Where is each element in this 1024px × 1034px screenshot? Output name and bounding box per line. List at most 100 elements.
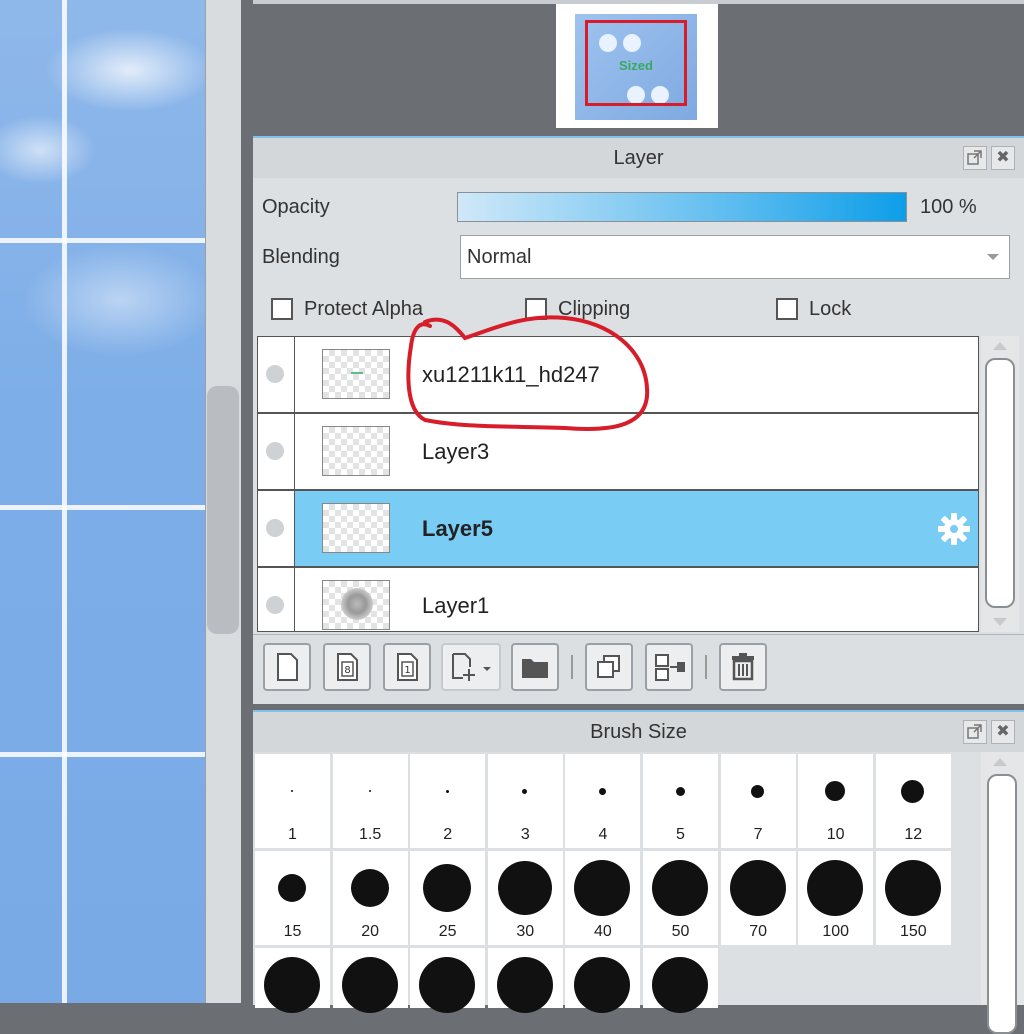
brush-dot-icon xyxy=(598,787,606,795)
navigator-panel: Sized xyxy=(253,0,1024,140)
brush-size-cell[interactable]: 100 xyxy=(798,851,874,945)
popout-icon[interactable] xyxy=(963,146,987,170)
brush-size-cell[interactable] xyxy=(255,948,330,1013)
opacity-slider[interactable] xyxy=(457,192,907,222)
brush-size-cell[interactable]: 1.5 xyxy=(332,754,408,848)
brush-size-cell[interactable]: 20 xyxy=(332,851,408,945)
brush-size-cell[interactable] xyxy=(487,948,563,1013)
brush-size-cell[interactable] xyxy=(643,948,718,1013)
brush-dot-icon xyxy=(807,860,864,916)
new-1bit-layer-icon: 1 xyxy=(397,653,418,681)
brush-size-cell[interactable]: 4 xyxy=(565,754,641,848)
brush-size-cell[interactable] xyxy=(332,948,408,1013)
brush-size-cell[interactable]: 2 xyxy=(410,754,486,848)
brush-size-cell[interactable]: 12 xyxy=(875,754,951,848)
layer-name: Layer1 xyxy=(422,593,490,618)
merge-down-icon xyxy=(655,654,685,681)
brush-dot-icon xyxy=(652,957,708,1013)
navigator-viewport-rect[interactable] xyxy=(585,20,687,106)
brush-size-cell[interactable]: 5 xyxy=(643,754,718,848)
layer-row[interactable]: xu1211k11_hd247 xyxy=(258,337,978,414)
brush-dot-icon xyxy=(574,957,631,1013)
brush-size-scrollbar[interactable] xyxy=(981,752,1024,1034)
close-icon[interactable]: ✖ xyxy=(991,720,1015,744)
brush-size-label: 1.5 xyxy=(358,826,382,843)
add-layer-dropdown-button[interactable] xyxy=(441,643,501,691)
delete-layer-button[interactable] xyxy=(719,643,767,691)
brush-size-cell[interactable]: 40 xyxy=(565,851,641,945)
brush-size-cell[interactable]: 50 xyxy=(643,851,718,945)
brush-dot-icon xyxy=(884,860,941,916)
new-folder-button[interactable] xyxy=(511,643,559,691)
brush-dot-icon xyxy=(574,860,631,916)
layer-row[interactable]: Layer3 xyxy=(258,414,978,491)
brush-size-cell[interactable]: 7 xyxy=(720,754,796,848)
layer-name: Layer3 xyxy=(422,439,490,464)
brush-size-label: 40 xyxy=(593,923,612,940)
brush-size-cell[interactable]: 10 xyxy=(798,754,874,848)
merge-down-button[interactable] xyxy=(645,643,693,691)
brush-size-label: 25 xyxy=(438,923,457,940)
duplicate-layer-button[interactable] xyxy=(585,643,633,691)
brush-size-cell[interactable]: 25 xyxy=(410,851,486,945)
new-layer-icon xyxy=(277,653,298,681)
blending-value: Normal xyxy=(467,246,532,268)
new-layer-button[interactable] xyxy=(263,643,311,691)
layer-toolbar: 8 1 xyxy=(253,634,1024,703)
canvas-scroll-thumb[interactable] xyxy=(207,386,239,634)
close-icon[interactable]: ✖ xyxy=(991,146,1015,170)
brush-size-cell[interactable]: 1 xyxy=(255,754,330,848)
scroll-up-icon[interactable] xyxy=(993,758,1007,766)
brush-dot-icon xyxy=(497,861,552,915)
brush-dot-icon xyxy=(675,786,685,796)
visibility-dot-icon xyxy=(266,519,284,537)
blending-select[interactable]: Normal xyxy=(460,235,1010,279)
brush-size-label: 50 xyxy=(671,923,690,940)
brush-dot-icon xyxy=(496,957,553,1013)
layer-row[interactable]: Layer1 xyxy=(258,568,978,631)
chevron-down-icon xyxy=(987,254,999,260)
new-folder-icon xyxy=(522,659,548,678)
brush-size-cell[interactable] xyxy=(565,948,641,1013)
visibility-toggle[interactable] xyxy=(258,414,295,489)
layer-list-scroll-thumb[interactable] xyxy=(985,358,1015,608)
brush-dot-icon xyxy=(729,860,786,916)
layer-thumbnail xyxy=(322,349,390,399)
gear-icon[interactable] xyxy=(936,511,972,547)
brush-size-label: 7 xyxy=(753,826,763,843)
brush-size-scroll-thumb[interactable] xyxy=(987,774,1017,1034)
popout-icon[interactable] xyxy=(963,720,987,744)
clipping-checkbox[interactable] xyxy=(525,298,547,320)
new-8bit-layer-button[interactable]: 8 xyxy=(323,643,371,691)
brush-dot-icon xyxy=(350,869,389,907)
brush-dot-icon xyxy=(522,788,528,794)
brush-size-label: 3 xyxy=(520,826,530,843)
brush-size-panel: Brush Size ✖ 1 1.5 2 3 4 5 7 10 12 15 20 25 30 40 50 70… xyxy=(253,710,1024,1034)
layer-row-selected[interactable]: Layer5 xyxy=(258,491,978,568)
brush-size-cell[interactable]: 70 xyxy=(720,851,796,945)
brush-size-cell[interactable]: 150 xyxy=(875,851,951,945)
scroll-down-icon[interactable] xyxy=(993,618,1007,626)
brush-size-cell[interactable]: 30 xyxy=(487,851,563,945)
new-1bit-layer-button[interactable]: 1 xyxy=(383,643,431,691)
grid-line xyxy=(0,505,205,510)
brush-size-cell[interactable]: 3 xyxy=(487,754,563,848)
lock-label: Lock xyxy=(809,298,852,320)
layer-panel-title: Layer xyxy=(253,138,1024,178)
brush-dot-icon xyxy=(825,781,846,801)
visibility-toggle[interactable] xyxy=(258,568,295,631)
brush-size-label: 2 xyxy=(443,826,453,843)
brush-dot-icon xyxy=(278,874,306,902)
lock-checkbox[interactable] xyxy=(776,298,798,320)
visibility-toggle[interactable] xyxy=(258,337,295,412)
brush-size-cell[interactable] xyxy=(410,948,486,1013)
visibility-toggle[interactable] xyxy=(258,491,295,566)
layer-list-scrollbar[interactable] xyxy=(981,336,1019,632)
protect-alpha-label: Protect Alpha xyxy=(304,298,423,320)
navigator-thumbnail[interactable]: Sized xyxy=(556,4,718,128)
brush-size-cell[interactable]: 15 xyxy=(255,851,330,945)
protect-alpha-checkbox[interactable] xyxy=(271,298,293,320)
layer-thumbnail xyxy=(322,503,390,553)
scroll-up-icon[interactable] xyxy=(993,342,1007,350)
canvas-area[interactable] xyxy=(0,0,205,1003)
